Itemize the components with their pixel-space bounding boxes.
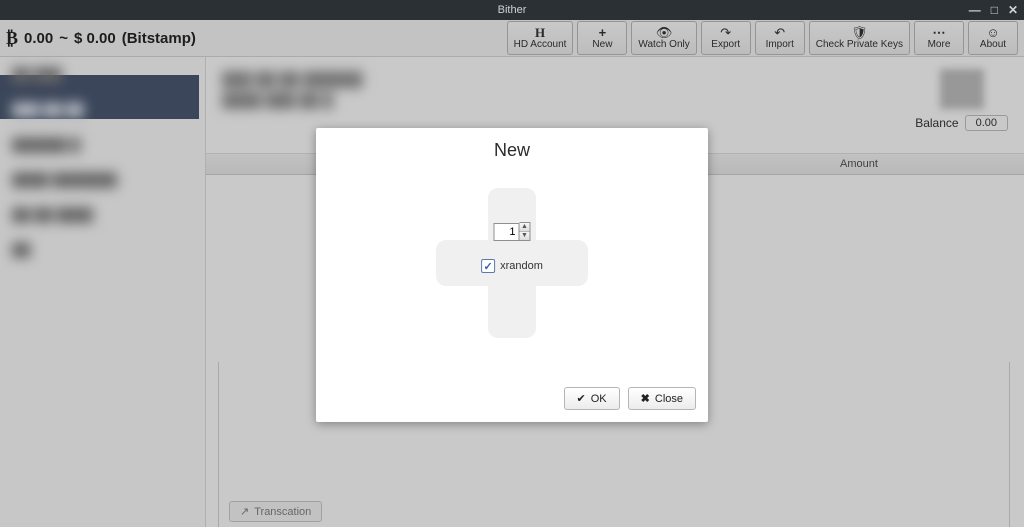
window-controls: — □ ✕ (969, 0, 1018, 20)
dialog-title: New (316, 128, 708, 169)
new-dialog: New ▲ ▼ ✓ xrandom ✔ OK ✖ Close (316, 128, 708, 422)
close-window-icon[interactable]: ✕ (1008, 0, 1018, 20)
ok-label: OK (591, 393, 607, 405)
window-title: Bither (498, 4, 527, 16)
xrandom-option[interactable]: ✓ xrandom (481, 259, 543, 273)
dialog-buttons: ✔ OK ✖ Close (564, 387, 696, 410)
count-spinner[interactable]: ▲ ▼ (494, 222, 531, 241)
xrandom-label: xrandom (500, 260, 543, 272)
close-icon: ✖ (641, 392, 650, 405)
close-button[interactable]: ✖ Close (628, 387, 696, 410)
spinner-buttons: ▲ ▼ (520, 222, 531, 241)
count-input[interactable] (494, 223, 520, 241)
close-label: Close (655, 393, 683, 405)
maximize-icon[interactable]: □ (991, 0, 998, 20)
checkbox-checked-icon[interactable]: ✓ (481, 259, 495, 273)
spinner-down-icon[interactable]: ▼ (520, 232, 530, 240)
ok-button[interactable]: ✔ OK (564, 387, 620, 410)
window-titlebar: Bither — □ ✕ (0, 0, 1024, 20)
spinner-up-icon[interactable]: ▲ (520, 223, 530, 232)
minimize-icon[interactable]: — (969, 0, 981, 20)
check-icon: ✔ (577, 392, 586, 405)
